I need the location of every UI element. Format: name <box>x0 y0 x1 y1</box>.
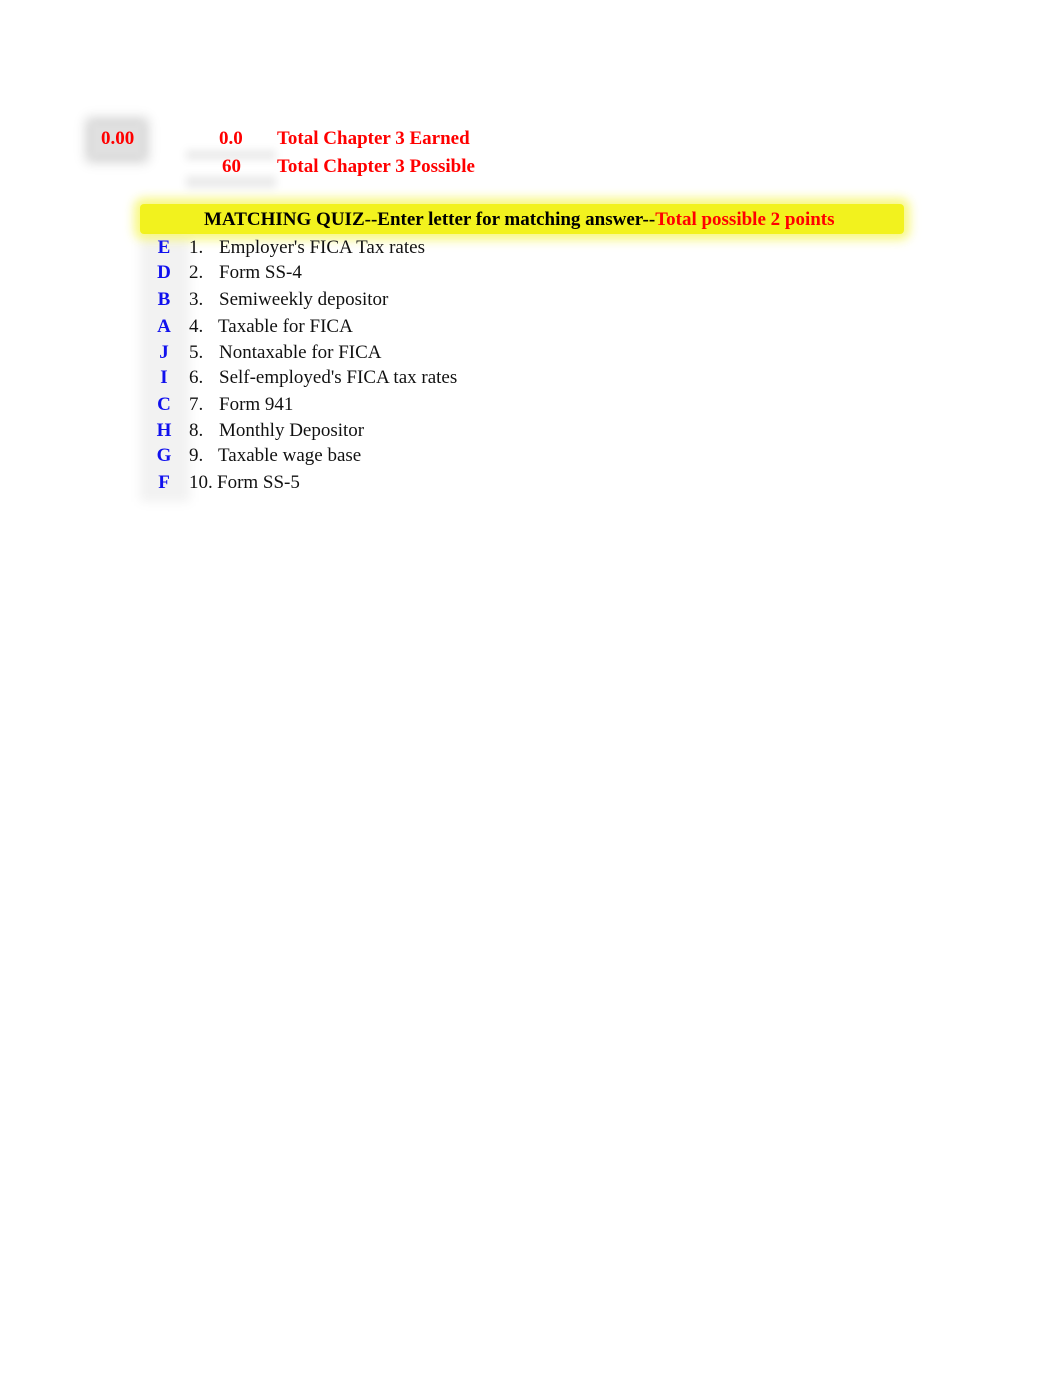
quiz-points-note: Total possible 2 points <box>655 209 835 230</box>
item-term: Monthly Depositor <box>219 420 365 441</box>
possible-value: 60 <box>222 156 241 177</box>
item-number: 7. <box>189 394 204 415</box>
item-term: Taxable for FICA <box>218 316 353 337</box>
answer-input[interactable]: B <box>150 289 178 311</box>
item-term: Nontaxable for FICA <box>219 342 382 363</box>
percent-score: 0.00 <box>101 128 135 149</box>
answer-input[interactable]: F <box>150 472 178 494</box>
item-number: 8. <box>189 420 204 441</box>
item-number: 10. <box>189 472 213 493</box>
answer-input[interactable]: E <box>150 237 178 259</box>
item-number: 3. <box>189 289 204 310</box>
item-number: 4. <box>189 316 204 337</box>
item-term: Taxable wage base <box>218 445 362 466</box>
answer-input[interactable]: A <box>150 316 178 338</box>
item-term: Semiweekly depositor <box>219 289 389 310</box>
item-term: Form SS-5 <box>217 472 300 493</box>
earned-value: 0.0 <box>219 128 243 149</box>
item-term: Form 941 <box>219 394 294 415</box>
quiz-title: MATCHING QUIZ--Enter letter for matching… <box>204 209 835 231</box>
answer-input[interactable]: D <box>150 262 178 284</box>
possible-label: Total Chapter 3 Possible <box>277 156 475 177</box>
item-number: 5. <box>189 342 204 363</box>
quiz-instructions: MATCHING QUIZ--Enter letter for matching… <box>204 209 656 230</box>
answer-input[interactable]: I <box>150 367 178 389</box>
item-term: Self-employed's FICA tax rates <box>219 367 458 388</box>
item-number: 1. <box>189 237 204 258</box>
item-term: Form SS-4 <box>219 262 302 283</box>
answer-input[interactable]: G <box>150 445 178 467</box>
item-number: 6. <box>189 367 204 388</box>
answer-input[interactable]: J <box>150 342 178 364</box>
answer-input[interactable]: H <box>150 420 178 442</box>
earned-label: Total Chapter 3 Earned <box>277 128 470 149</box>
item-number: 2. <box>189 262 204 283</box>
answer-input[interactable]: C <box>150 394 178 416</box>
item-number: 9. <box>189 445 204 466</box>
item-term: Employer's FICA Tax rates <box>219 237 425 258</box>
